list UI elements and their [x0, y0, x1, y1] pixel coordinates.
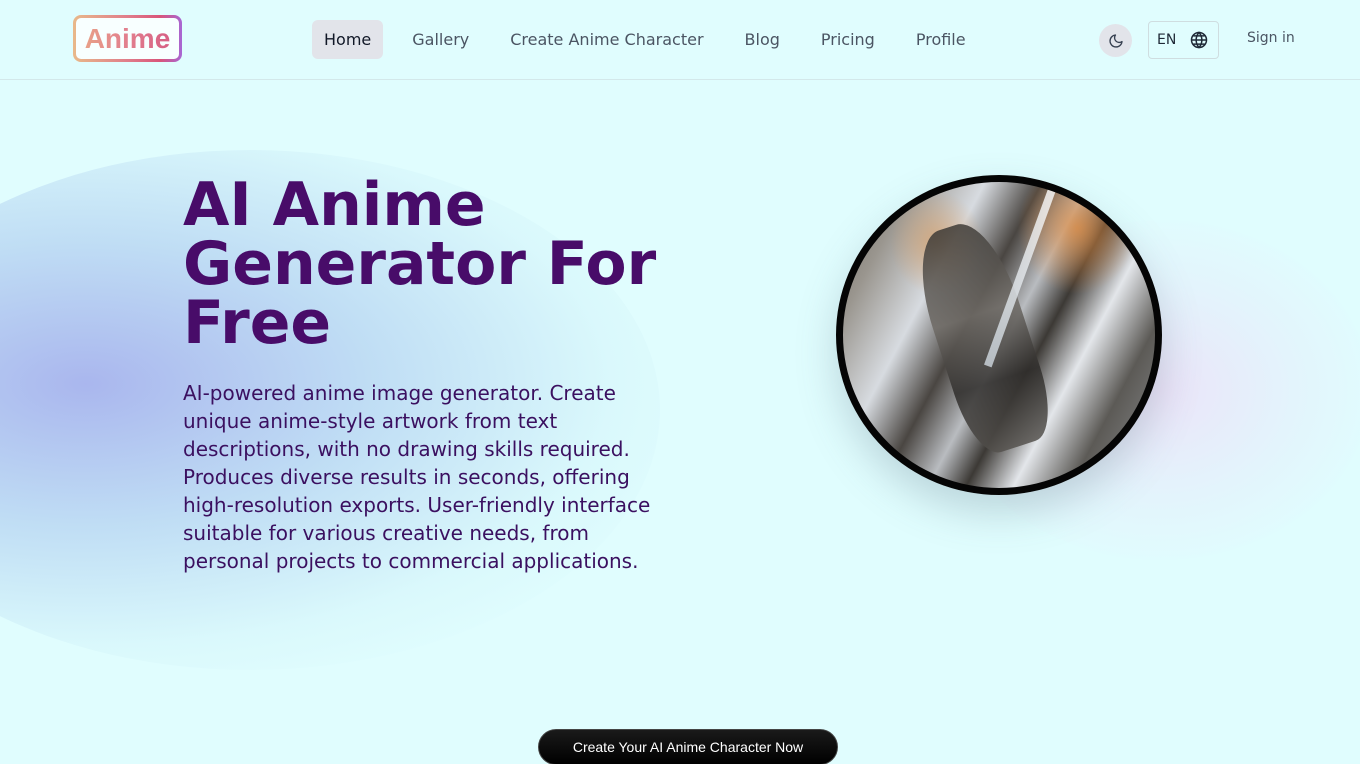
nav-item-gallery[interactable]: Gallery: [400, 20, 481, 59]
nav-item-home[interactable]: Home: [312, 20, 384, 59]
robot-figure: [904, 213, 1062, 461]
hero-image: [836, 175, 1162, 495]
nav-item-profile[interactable]: Profile: [904, 20, 978, 59]
nav-item-create-anime-character[interactable]: Create Anime Character: [498, 20, 715, 59]
moon-icon: [1108, 33, 1123, 48]
sign-in-link[interactable]: Sign in: [1247, 30, 1295, 46]
logo-frame: Anime: [76, 18, 179, 59]
language-selector[interactable]: EN: [1148, 21, 1219, 59]
hero-title: AI Anime Generator For Free: [183, 170, 657, 358]
globe-icon: [1191, 31, 1208, 49]
language-label: EN: [1157, 32, 1177, 48]
logo-text: Anime: [84, 22, 171, 54]
logo[interactable]: Anime: [73, 15, 182, 62]
main-nav: Home Gallery Create Anime Character Blog…: [312, 20, 995, 59]
hero-description: AI-powered anime image generator. Create…: [183, 381, 651, 573]
create-character-cta-button[interactable]: Create Your AI Anime Character Now: [538, 729, 838, 764]
nav-item-pricing[interactable]: Pricing: [809, 20, 887, 59]
theme-toggle-button[interactable]: [1099, 24, 1132, 57]
site-header: Anime Home Gallery Create Anime Characte…: [0, 0, 1360, 80]
nav-item-blog[interactable]: Blog: [733, 20, 792, 59]
